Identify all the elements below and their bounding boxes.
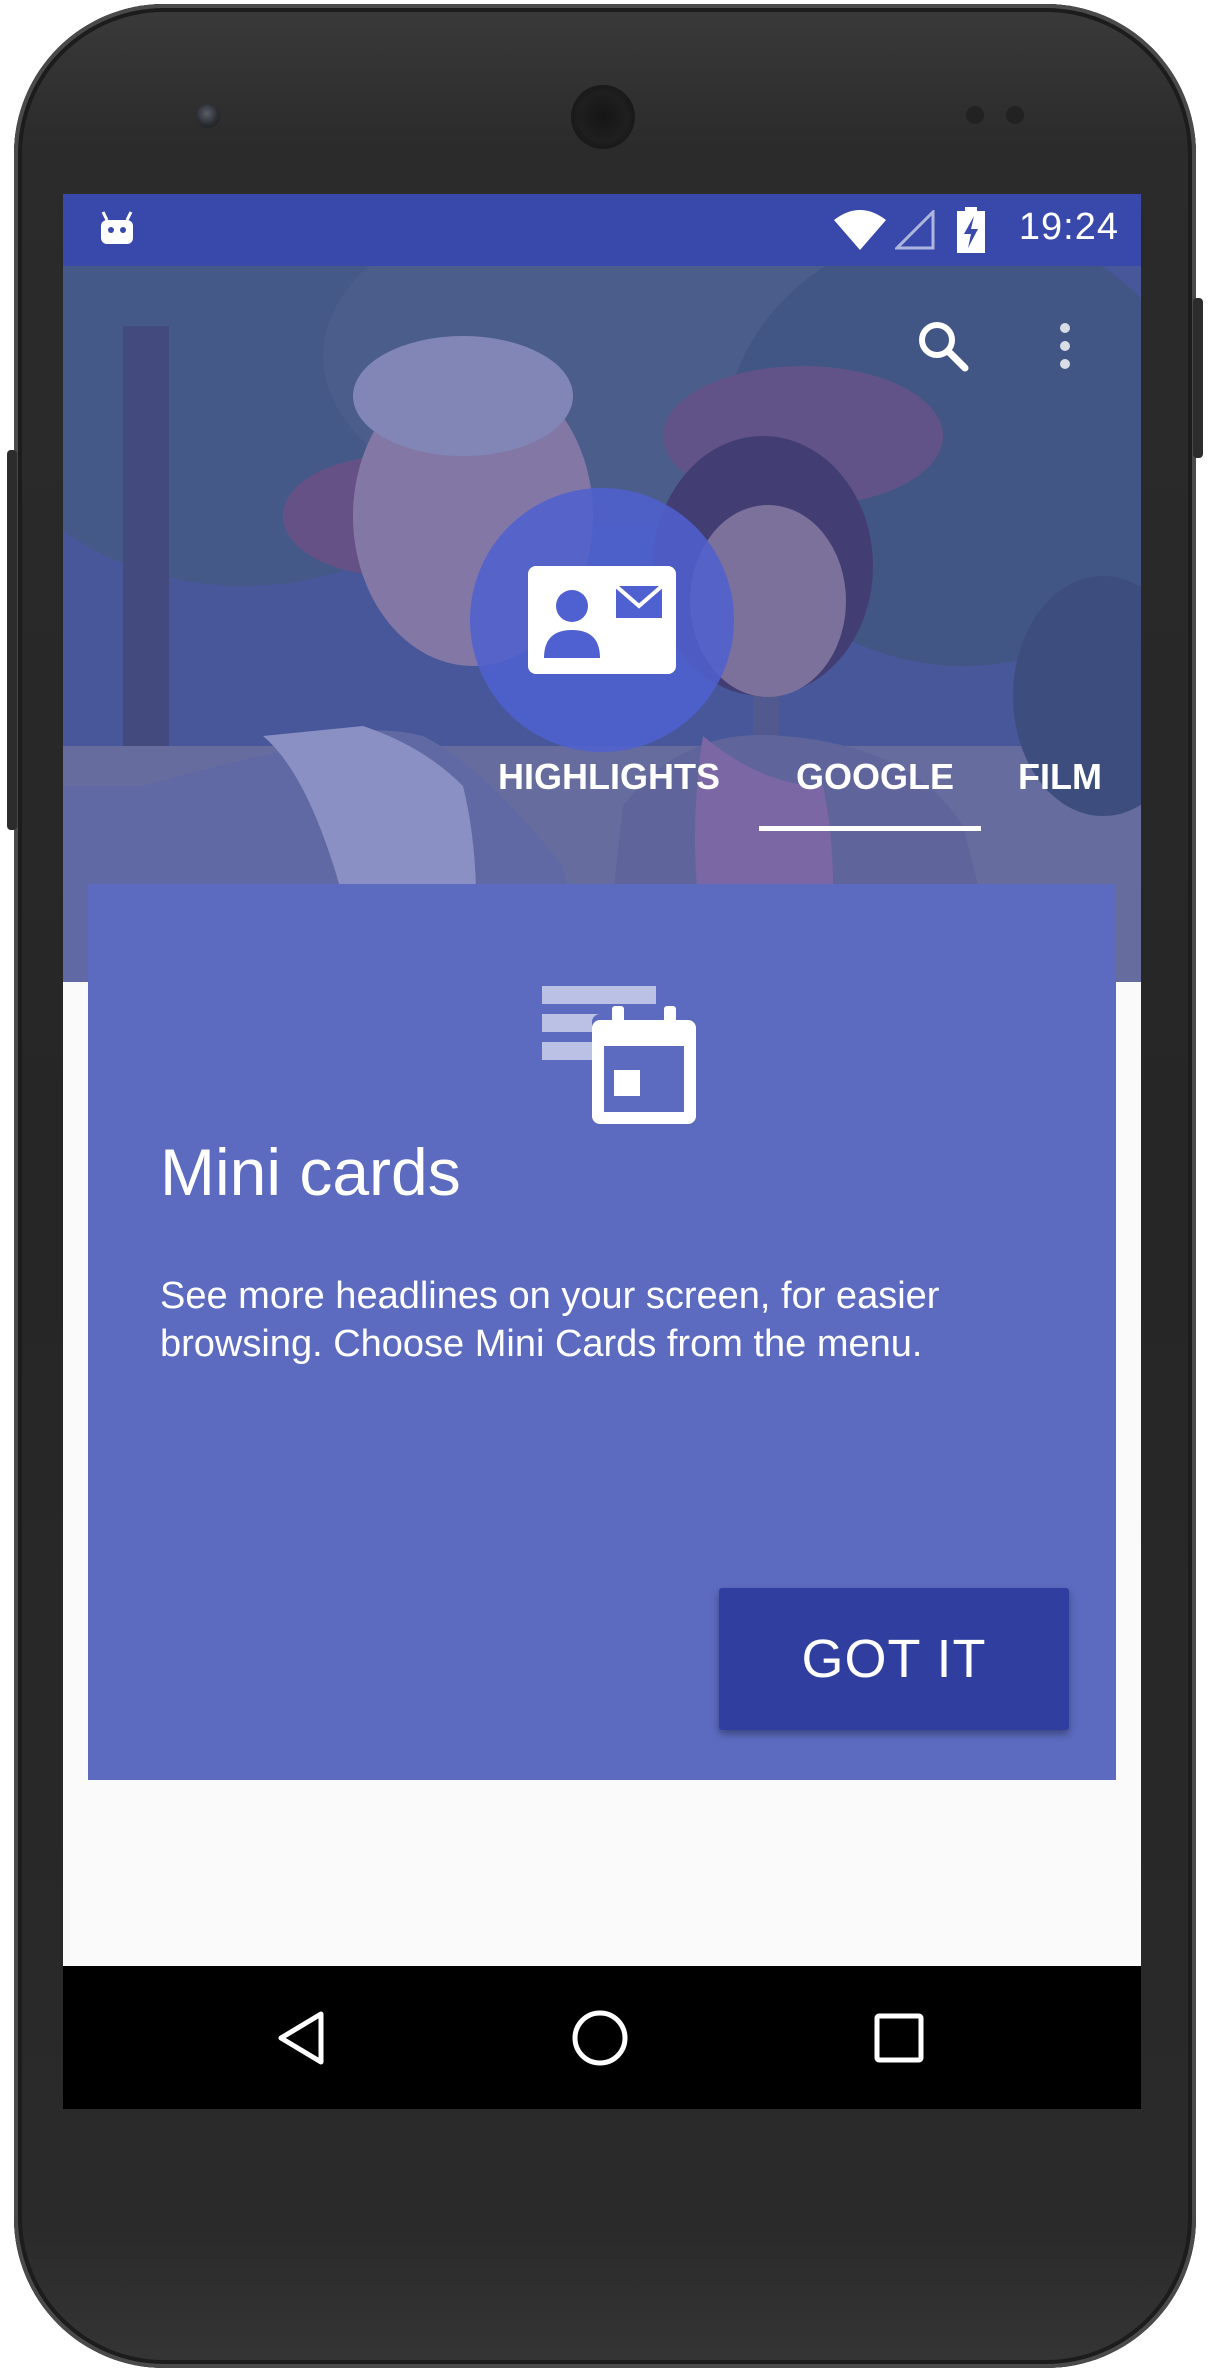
cell-signal-empty-icon [895,210,935,250]
got-it-button[interactable]: GOT IT [719,1588,1069,1730]
header-photo: HIGHLIGHTS GOOGLE FILM [63,266,1141,982]
tab-highlights[interactable]: HIGHLIGHTS [498,756,720,798]
section-tabs: HIGHLIGHTS GOOGLE FILM [63,756,1141,836]
more-vert-icon[interactable] [1055,318,1075,374]
search-icon[interactable] [915,318,971,374]
section-badge [470,488,734,752]
android-debug-icon [101,211,133,244]
front-camera [196,104,220,128]
status-time: 19:24 [1018,206,1119,248]
side-key [1193,298,1203,458]
card-description: See more headlines on your screen, for e… [160,1275,940,1365]
page: HIGHLIGHTS GOOGLE FILM 19:24 Mini cards … [0,0,1210,2375]
earpiece-speaker [574,88,632,146]
side-key [7,450,17,830]
home-icon[interactable] [571,2009,629,2067]
tab-google[interactable]: GOOGLE [796,756,954,798]
status-bar: 19:24 [63,194,1141,266]
back-icon[interactable] [273,2008,333,2068]
tab-film[interactable]: FILM [1018,756,1102,798]
proximity-sensor [966,106,984,124]
proximity-sensor [1006,106,1024,124]
wifi-icon [834,210,886,250]
contact-card-icon [528,566,676,674]
mini-cards-calendar-icon [542,986,696,1126]
nav-bar [63,1966,1141,2109]
tutorial-card: Mini cards See more headlines on your sc… [88,884,1116,1780]
tab-indicator [759,826,981,831]
battery-charging-icon [957,207,985,253]
card-title: Mini cards [160,1135,461,1209]
screen: HIGHLIGHTS GOOGLE FILM 19:24 Mini cards … [63,194,1141,2109]
recents-icon[interactable] [874,2013,924,2063]
